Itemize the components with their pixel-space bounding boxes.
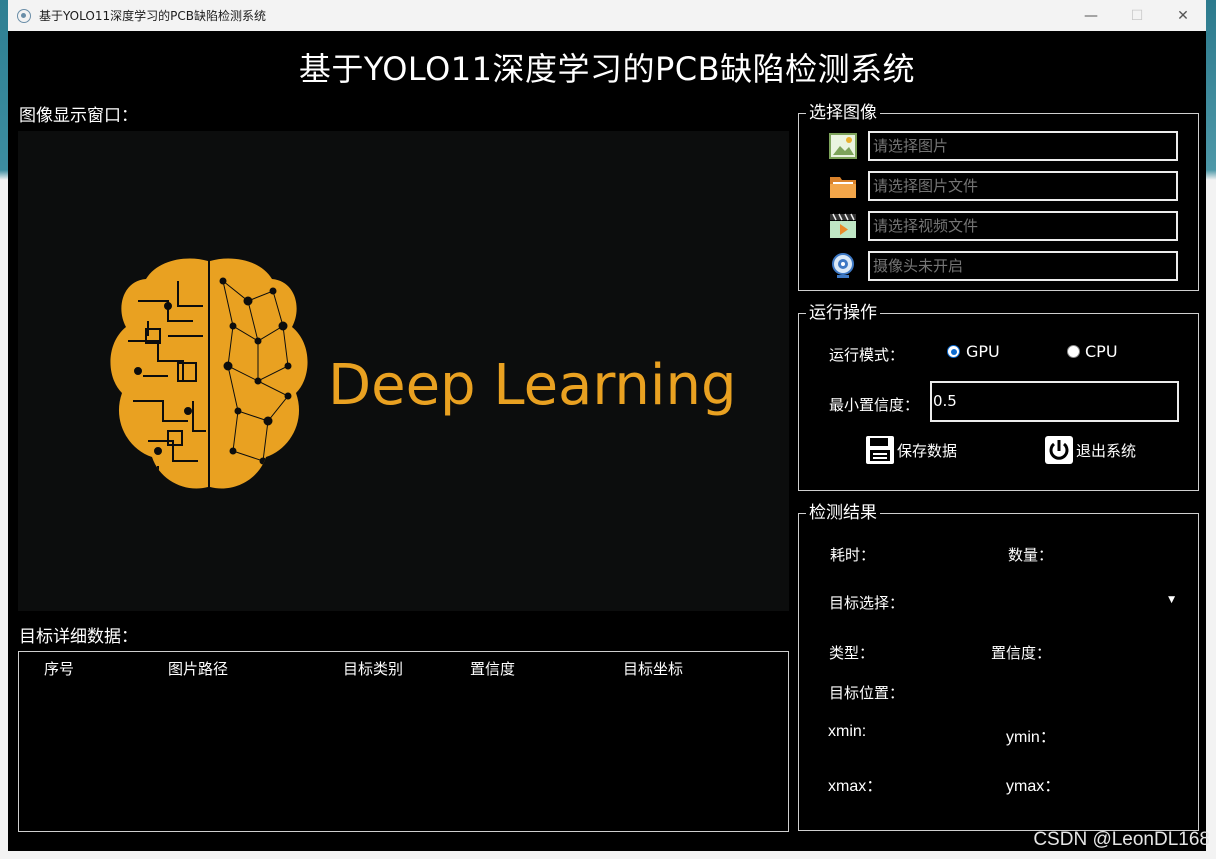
camera-icon[interactable] [828, 251, 858, 281]
brain-logo: Deep Learning [110, 258, 737, 489]
run-operations-title: 运行操作 [806, 302, 880, 324]
chevron-down-icon: ▼ [1168, 595, 1175, 605]
target-select-label: 目标选择： [829, 594, 905, 612]
video-file-input[interactable] [868, 211, 1178, 241]
column-header-index[interactable]: 序号 [44, 658, 74, 679]
target-select-combobox[interactable]: ▼ [919, 586, 1185, 616]
xmin-label: xmin: [828, 723, 867, 740]
display-label: 图像显示窗口： [19, 106, 138, 126]
exit-system-button[interactable]: 退出系统 [1044, 435, 1136, 465]
cpu-radio[interactable] [1067, 345, 1080, 358]
count-label: 数量： [1008, 546, 1054, 564]
select-image-title: 选择图像 [806, 102, 880, 124]
run-operations-group: 运行操作 运行模式： GPU CPU 最小置信度： 0.5 保存数据 退出系统 [798, 302, 1199, 491]
column-header-coords[interactable]: 目标坐标 [623, 658, 683, 679]
video-icon[interactable] [828, 211, 858, 241]
save-data-label: 保存数据 [897, 441, 958, 460]
app-window: 基于YOLO11深度学习的PCB缺陷检测系统 — ☐ ✕ 基于YOLO11深度学… [8, 0, 1206, 851]
close-button[interactable]: ✕ [1160, 0, 1206, 31]
result-confidence-label: 置信度： [991, 644, 1052, 662]
xmax-label: xmax： [828, 778, 883, 795]
desktop-background-bottom [0, 851, 1216, 859]
details-table[interactable]: 序号 图片路径 目标类别 置信度 目标坐标 [18, 651, 789, 832]
title-bar: 基于YOLO11深度学习的PCB缺陷检测系统 — ☐ ✕ [8, 0, 1206, 31]
exit-system-label: 退出系统 [1076, 441, 1137, 460]
type-label: 类型： [829, 644, 875, 662]
run-mode-label: 运行模式： [829, 346, 905, 364]
brain-right-half [210, 258, 308, 489]
time-label: 耗时： [830, 546, 876, 564]
folder-icon[interactable] [828, 171, 858, 201]
minimize-button[interactable]: — [1068, 0, 1114, 31]
column-header-path[interactable]: 图片路径 [168, 658, 228, 679]
confidence-threshold-input[interactable]: 0.5 [930, 381, 1179, 422]
image-icon[interactable] [828, 131, 858, 161]
target-position-label: 目标位置： [829, 684, 905, 702]
camera-input[interactable] [868, 251, 1178, 281]
brain-left-half [110, 258, 208, 489]
cpu-radio-label[interactable]: CPU [1085, 342, 1118, 361]
app-title: 基于YOLO11深度学习的PCB缺陷检测系统 [298, 50, 916, 88]
detection-results-title: 检测结果 [806, 502, 880, 524]
save-data-button[interactable]: 保存数据 [865, 435, 957, 465]
gpu-radio[interactable] [947, 345, 960, 358]
image-display: Deep Learning [18, 131, 789, 611]
confidence-threshold-label: 最小置信度： [829, 396, 920, 414]
image-path-input[interactable] [868, 131, 1178, 161]
desktop-background-right [1206, 0, 1216, 859]
window-title: 基于YOLO11深度学习的PCB缺陷检测系统 [39, 9, 266, 23]
save-icon [866, 436, 894, 464]
details-label: 目标详细数据： [19, 627, 138, 647]
desktop-background-left [0, 0, 8, 859]
gpu-radio-label[interactable]: GPU [966, 342, 1000, 361]
ymax-label: ymax： [1006, 778, 1061, 795]
maximize-button[interactable]: ☐ [1114, 0, 1160, 31]
deep-learning-text: Deep Learning [328, 353, 737, 418]
watermark: CSDN @LeonDL168 [1033, 829, 1210, 850]
detection-results-group: 检测结果 耗时： 数量： 目标选择： ▼ 类型： 置信度： 目标位置： xmin… [798, 502, 1199, 831]
power-icon [1045, 436, 1073, 464]
ymin-label: ymin： [1006, 729, 1056, 746]
window-controls: — ☐ ✕ [1068, 0, 1206, 31]
select-image-group: 选择图像 [798, 102, 1199, 291]
app-icon [17, 8, 31, 23]
column-header-confidence[interactable]: 置信度 [470, 658, 515, 679]
column-header-class[interactable]: 目标类别 [343, 658, 403, 679]
image-folder-input[interactable] [868, 171, 1178, 201]
